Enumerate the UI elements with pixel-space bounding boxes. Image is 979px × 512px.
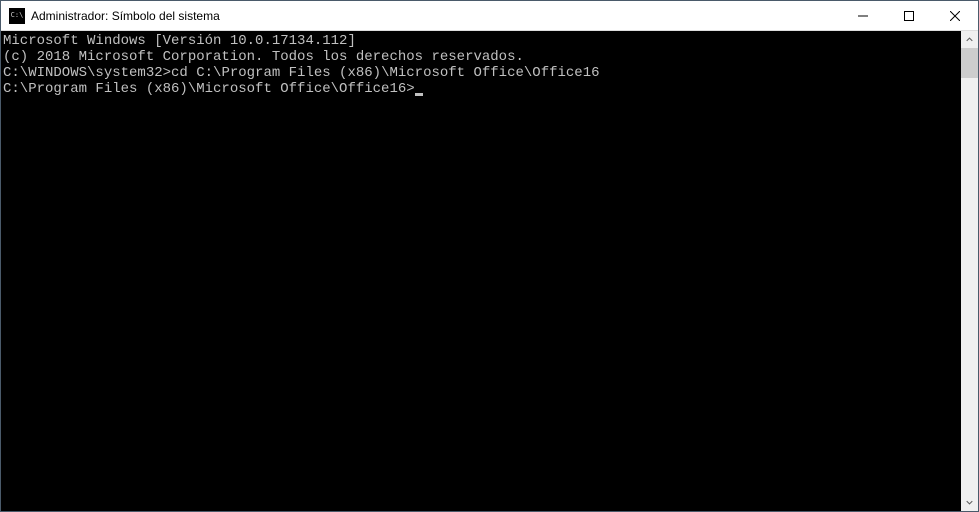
maximize-button[interactable]: [886, 1, 932, 30]
maximize-icon: [904, 11, 914, 21]
prompt: C:\WINDOWS\system32>: [3, 65, 171, 81]
minimize-button[interactable]: [840, 1, 886, 30]
chevron-up-icon: [966, 36, 973, 43]
close-icon: [950, 11, 960, 21]
titlebar[interactable]: C:\ Administrador: Símbolo del sistema: [1, 1, 978, 31]
terminal-line: C:\Program Files (x86)\Microsoft Office\…: [3, 81, 961, 97]
minimize-icon: [858, 11, 868, 21]
vertical-scrollbar[interactable]: [961, 31, 978, 511]
scrollbar-track[interactable]: [961, 48, 978, 494]
cmd-window: C:\ Administrador: Símbolo del sistema M…: [0, 0, 979, 512]
cmd-icon: C:\: [9, 8, 25, 24]
terminal-line: C:\WINDOWS\system32>cd C:\Program Files …: [3, 65, 961, 81]
window-controls: [840, 1, 978, 30]
terminal-line: Microsoft Windows [Versión 10.0.17134.11…: [3, 33, 961, 49]
command-text: cd C:\Program Files (x86)\Microsoft Offi…: [171, 65, 599, 81]
close-button[interactable]: [932, 1, 978, 30]
cursor: [415, 93, 423, 96]
chevron-down-icon: [966, 499, 973, 506]
prompt: C:\Program Files (x86)\Microsoft Office\…: [3, 81, 415, 97]
content-area: Microsoft Windows [Versión 10.0.17134.11…: [1, 31, 978, 511]
scroll-up-button[interactable]: [961, 31, 978, 48]
window-title: Administrador: Símbolo del sistema: [31, 9, 840, 23]
cmd-icon-label: C:\: [11, 12, 24, 19]
scrollbar-thumb[interactable]: [961, 48, 978, 78]
terminal-line: (c) 2018 Microsoft Corporation. Todos lo…: [3, 49, 961, 65]
terminal-output[interactable]: Microsoft Windows [Versión 10.0.17134.11…: [1, 31, 961, 511]
scroll-down-button[interactable]: [961, 494, 978, 511]
